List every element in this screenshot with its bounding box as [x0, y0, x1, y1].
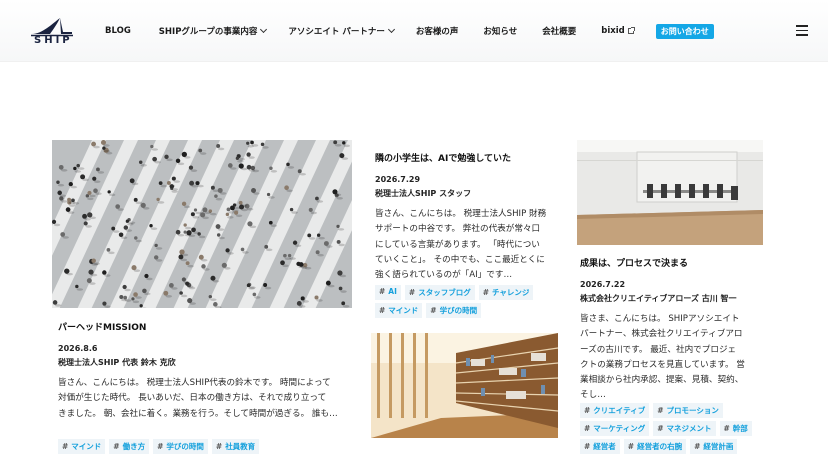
external-link-icon	[627, 27, 635, 34]
card-excerpt: 皆さん、こんにちは。 税理士法人SHIP代表の鈴木です。 時間によって 対価が生じ…	[58, 378, 338, 419]
card-date: 2026.7.22	[580, 280, 626, 289]
tag-link[interactable]: # 幹部	[719, 421, 752, 436]
card-date: 2026.7.29	[375, 175, 421, 184]
chevron-down-icon	[387, 25, 395, 34]
tag-list: # AI # スタッフブログ # チャレンジ # マインド # 学びの時間	[375, 285, 555, 318]
nav-company[interactable]: 会社概要	[542, 25, 576, 37]
logo-wordmark: SHIP	[34, 35, 73, 46]
card-title[interactable]: 隣の小学生は、AIで勉強していた	[375, 151, 511, 164]
nav-customer-voice[interactable]: お客様の声	[416, 25, 459, 37]
tag-link[interactable]: # AI	[375, 285, 401, 300]
card-thumbnail-crosswalk[interactable]	[52, 140, 352, 308]
main-nav: BLOG SHIPグループの事業内容 アソシエイト パートナー お客様の声 お知…	[105, 23, 714, 39]
tag-link[interactable]: # スタッフブログ	[404, 285, 475, 300]
tag-list: # マインド # 働き方 # 学びの時間 # 社員教育	[58, 439, 348, 454]
contact-button[interactable]: お問い合わせ	[655, 23, 714, 39]
tag-link[interactable]: # クリエイティブ	[580, 403, 650, 418]
library-image	[371, 333, 558, 438]
tag-link[interactable]: # マインド	[375, 303, 423, 318]
nav-business[interactable]: SHIPグループの事業内容	[159, 25, 268, 37]
crosswalk-image	[52, 140, 352, 308]
site-header: SHIP BLOG SHIPグループの事業内容 アソシエイト パートナー お客様…	[0, 0, 828, 62]
tag-link[interactable]: # 経営者	[580, 439, 620, 454]
card-title[interactable]: 成果は、プロセスで決まる	[580, 256, 688, 269]
card-date: 2026.8.6	[58, 344, 98, 353]
hamburger-menu-icon[interactable]	[796, 25, 808, 36]
card-excerpt: 皆さま、こんにちは。 SHIPアソシエイト パートナー、株式会社クリエイティブアロ…	[580, 314, 745, 401]
card-thumbnail-library[interactable]	[371, 333, 558, 438]
meeting-room-image	[577, 140, 763, 245]
card-thumbnail-meeting-room[interactable]	[577, 140, 763, 245]
card-author: 税理士法人SHIP スタッフ	[375, 189, 472, 198]
nav-blog[interactable]: BLOG	[105, 26, 131, 36]
tag-link[interactable]: # 学びの時間	[153, 439, 208, 454]
chevron-down-icon	[260, 25, 268, 34]
card-author: 株式会社クリエイティブアローズ 古川 智一	[580, 294, 737, 303]
tag-link[interactable]: # マネジメント	[653, 421, 716, 436]
tag-list: # クリエイティブ # プロモーション # マーケティング # マネジメント # 幹部 #…	[580, 403, 770, 454]
nav-bixid[interactable]: bixid	[601, 26, 635, 36]
tag-link[interactable]: # 社員教育	[211, 439, 260, 454]
card-author: 税理士法人SHIP 代表 鈴木 克欣	[58, 358, 176, 367]
tag-link[interactable]: # 経営計画	[690, 439, 738, 454]
tag-link[interactable]: # チャレンジ	[478, 285, 534, 300]
nav-associate-partner[interactable]: アソシエイト パートナー	[288, 25, 395, 37]
tag-link[interactable]: # プロモーション	[653, 403, 723, 418]
tag-link[interactable]: # 経営者の右腕	[623, 439, 687, 454]
tag-link[interactable]: # 働き方	[109, 439, 150, 454]
tag-link[interactable]: # マーケティング	[580, 421, 650, 436]
tag-link[interactable]: # 学びの時間	[426, 303, 482, 318]
card-excerpt: 皆さん、こんにちは。 税理士法人SHIP 財務 サポートの中谷です。 弊社の代表が…	[375, 209, 547, 281]
nav-news[interactable]: お知らせ	[483, 25, 517, 37]
card-title[interactable]: パーヘッドMISSION	[58, 320, 146, 333]
tag-link[interactable]: # マインド	[58, 439, 106, 454]
